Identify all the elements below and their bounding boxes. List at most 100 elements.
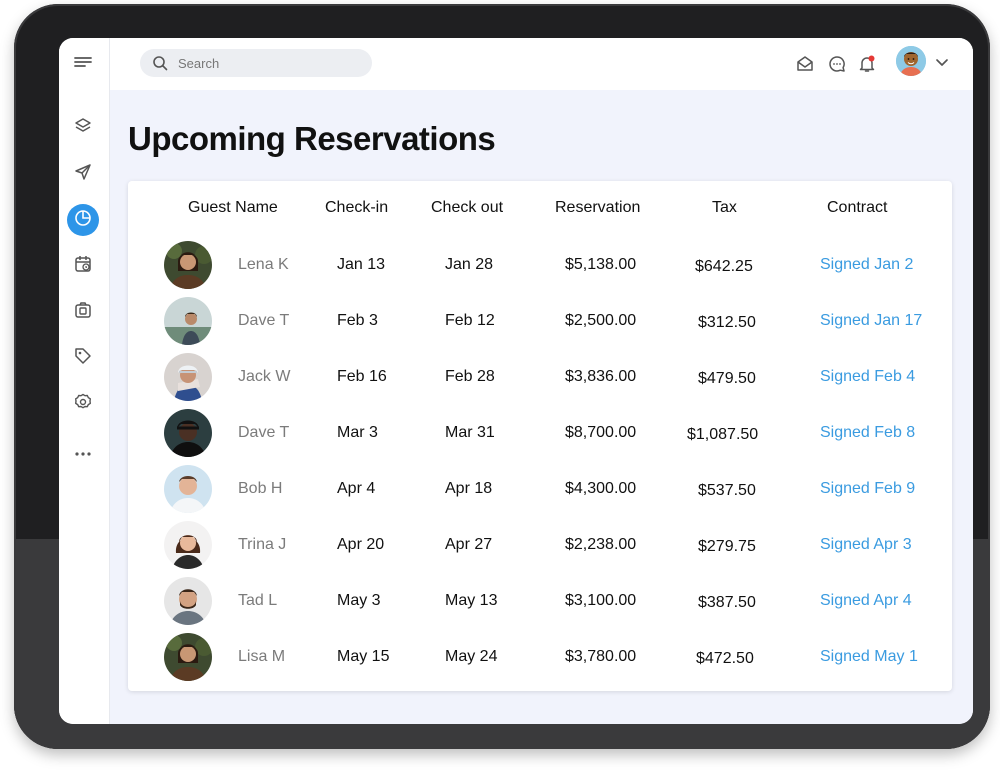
tax-amount: $387.50 — [698, 594, 756, 611]
sidebar-item-tags[interactable] — [67, 342, 99, 374]
table-row[interactable]: Dave T Mar 3 Mar 31 $8,700.00 $1,087.50 … — [128, 409, 952, 465]
sidebar-item-calendar[interactable] — [67, 250, 99, 282]
check-out-date: Feb 12 — [445, 312, 495, 329]
check-out-date: Apr 18 — [445, 480, 493, 497]
layers-icon — [73, 116, 93, 141]
guest-name: Tad L — [238, 592, 278, 609]
tax-amount: $279.75 — [698, 538, 756, 555]
check-in-date: May 15 — [337, 648, 390, 665]
sidebar-item-more[interactable] — [67, 440, 99, 472]
check-out-date: Apr 27 — [445, 536, 493, 553]
guest-name: Lisa M — [238, 648, 286, 665]
check-in-date: Apr 20 — [337, 536, 385, 553]
guest-avatar — [164, 353, 212, 401]
tag-icon — [73, 346, 93, 371]
guest-name: Bob H — [238, 480, 283, 497]
check-in-date: Feb 16 — [337, 368, 387, 385]
check-out-date: Jan 28 — [445, 256, 494, 273]
header-reservation[interactable]: Reservation — [555, 199, 640, 217]
header-guest-name[interactable]: Guest Name — [188, 199, 278, 217]
tax-amount: $642.25 — [695, 258, 753, 275]
search-icon — [152, 55, 168, 71]
pie-chart-icon — [73, 208, 93, 233]
guest-name: Dave T — [238, 312, 290, 329]
table-row[interactable]: Tad L May 3 May 13 $3,100.00 $387.50 Sig… — [128, 577, 952, 633]
send-icon — [73, 162, 93, 187]
check-out-date: May 13 — [445, 592, 498, 609]
table-row[interactable]: Lena K Jan 13 Jan 28 $5,138.00 $642.25 S… — [128, 241, 952, 297]
check-out-date: May 24 — [445, 648, 498, 665]
user-avatar[interactable] — [896, 46, 926, 76]
sidebar-item-settings[interactable] — [67, 388, 99, 420]
search-input[interactable] — [176, 54, 360, 72]
guest-avatar — [164, 297, 212, 345]
check-in-date: Jan 13 — [337, 256, 386, 273]
menu-icon[interactable] — [73, 54, 93, 70]
chevron-down-icon[interactable] — [934, 54, 950, 70]
camera-icon — [73, 300, 93, 325]
check-in-date: Mar 3 — [337, 424, 378, 441]
tax-amount: $537.50 — [698, 482, 756, 499]
reservation-amount: $3,100.00 — [565, 592, 637, 609]
table-row[interactable]: Jack W Feb 16 Feb 28 $3,836.00 $479.50 S… — [128, 353, 952, 409]
header-contract[interactable]: Contract — [827, 199, 887, 217]
main-content: Upcoming Reservations Guest Name Check-i… — [110, 90, 973, 724]
contract-link[interactable]: Signed Apr 4 — [820, 592, 912, 610]
settings-icon — [73, 392, 93, 417]
guest-name: Trina J — [238, 536, 287, 553]
guest-avatar — [164, 521, 212, 569]
reservations-table: Guest Name Check-in Check out Reservatio… — [128, 181, 952, 691]
tax-amount: $472.50 — [696, 650, 754, 667]
tax-amount: $479.50 — [698, 370, 756, 387]
check-out-date: Mar 31 — [445, 424, 495, 441]
table-row[interactable]: Dave T Feb 3 Feb 12 $2,500.00 $312.50 Si… — [128, 297, 952, 353]
sidebar-item-camera[interactable] — [67, 296, 99, 328]
sidebar-item-send[interactable] — [67, 158, 99, 190]
guest-avatar — [164, 633, 212, 681]
header-tax[interactable]: Tax — [712, 199, 737, 217]
contract-link[interactable]: Signed Feb 9 — [820, 480, 915, 498]
page-title: Upcoming Reservations — [128, 120, 496, 157]
calendar-clock-icon — [73, 254, 93, 279]
header-check-out[interactable]: Check out — [431, 199, 503, 217]
bell-icon[interactable] — [856, 53, 878, 75]
contract-link[interactable]: Signed May 1 — [820, 648, 918, 666]
guest-name: Lena K — [238, 256, 289, 273]
guest-avatar — [164, 409, 212, 457]
contract-link[interactable]: Signed Jan 2 — [820, 256, 913, 274]
guest-avatar — [164, 241, 212, 289]
tax-amount: $1,087.50 — [687, 426, 759, 443]
contract-link[interactable]: Signed Feb 4 — [820, 368, 915, 386]
table-row[interactable]: Trina J Apr 20 Apr 27 $2,238.00 $279.75 … — [128, 521, 952, 577]
tax-amount: $312.50 — [698, 314, 756, 331]
guest-name: Jack W — [238, 368, 291, 385]
check-in-date: Feb 3 — [337, 312, 378, 329]
reservation-amount: $2,500.00 — [565, 312, 637, 329]
sidebar-item-layers[interactable] — [67, 112, 99, 144]
tablet-frame: Upcoming Reservations Guest Name Check-i… — [14, 4, 990, 749]
contract-link[interactable]: Signed Feb 8 — [820, 424, 915, 442]
more-icon — [73, 444, 93, 469]
sidebar — [59, 38, 110, 724]
guest-avatar — [164, 577, 212, 625]
top-bar — [110, 38, 973, 90]
chat-icon[interactable] — [826, 53, 848, 75]
guest-name: Dave T — [238, 424, 290, 441]
reservation-amount: $5,138.00 — [565, 256, 637, 273]
contract-link[interactable]: Signed Jan 17 — [820, 312, 922, 330]
search-bar — [140, 49, 372, 77]
reservation-amount: $8,700.00 — [565, 424, 637, 441]
contract-link[interactable]: Signed Apr 3 — [820, 536, 912, 554]
reservation-amount: $3,836.00 — [565, 368, 637, 385]
guest-avatar — [164, 465, 212, 513]
reservation-amount: $2,238.00 — [565, 536, 637, 553]
check-in-date: May 3 — [337, 592, 381, 609]
sidebar-item-analytics[interactable] — [67, 204, 99, 236]
check-out-date: Feb 28 — [445, 368, 495, 385]
table-row[interactable]: Bob H Apr 4 Apr 18 $4,300.00 $537.50 Sig… — [128, 465, 952, 521]
header-check-in[interactable]: Check-in — [325, 199, 388, 217]
mail-icon[interactable] — [794, 53, 816, 75]
app-screen: Upcoming Reservations Guest Name Check-i… — [59, 38, 973, 724]
reservation-amount: $4,300.00 — [565, 480, 637, 497]
table-row[interactable]: Lisa M May 15 May 24 $3,780.00 $472.50 S… — [128, 633, 952, 689]
